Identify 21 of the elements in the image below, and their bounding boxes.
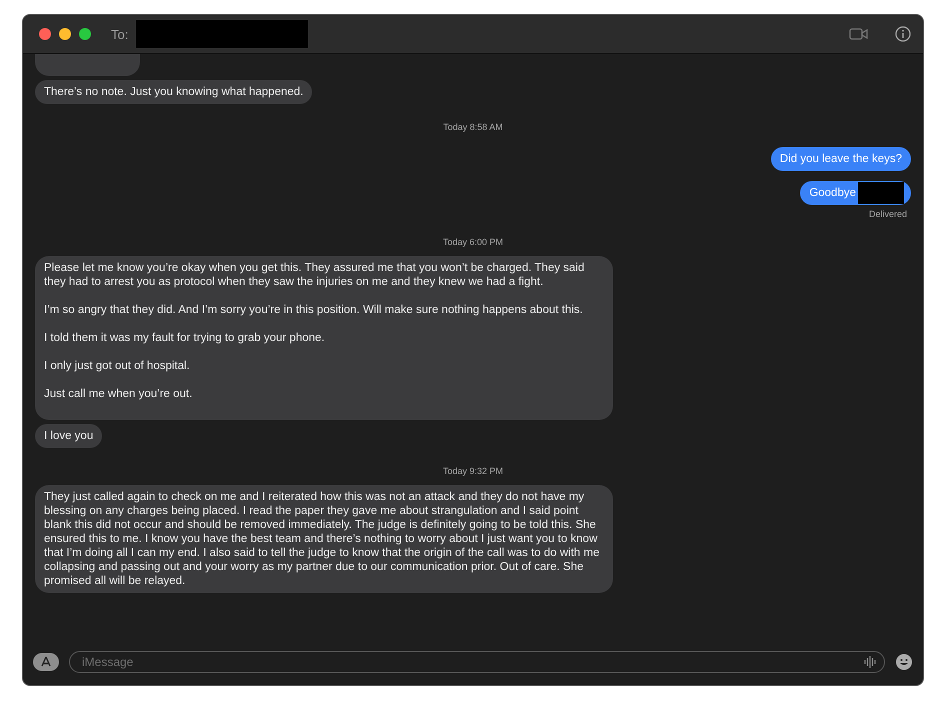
emoji-icon[interactable] (895, 653, 913, 671)
app-store-button[interactable] (33, 653, 59, 671)
sent-message: Goodbye (800, 181, 911, 205)
info-icon[interactable] (895, 26, 911, 42)
received-message: I love you (35, 424, 102, 448)
received-message: They just called again to check on me and I reiterated how this was not an attack and they do not have my blessing on any charges being placed. I read the paper they gave me about strangulation and I said point blank this did not occur and should be removed immediately. The judge is definitely going to be told this. She ensured this to me. I know you have the best team and there’s nothing to worry about I just want you to know that I’m doing all I can my end. I also said to tell the judge to know that the origin of the call was to do with me collapsing and passing out and your worry as my partner due to our communication prior. Out of care. She promised all will be relayed. (35, 485, 613, 593)
audio-waveform-icon[interactable] (863, 655, 877, 669)
sent-message: Did you leave the keys? (770, 147, 911, 171)
delivery-status: Delivered (868, 209, 907, 219)
received-message: There’s no note. Just you knowing what happened. (35, 80, 312, 104)
zoom-button[interactable] (79, 28, 91, 40)
timestamp: Today 9:32 PM (442, 466, 504, 476)
recipient-label: To: (111, 26, 128, 42)
close-button[interactable] (39, 28, 51, 40)
minimize-button[interactable] (59, 28, 71, 40)
letter-a-icon (40, 656, 52, 668)
video-camera-icon[interactable] (849, 27, 869, 41)
message-input[interactable]: iMessage (69, 651, 885, 673)
received-message: Please let me know you’re okay when you get this. They assured me that you won’t be charged. They said they had to arrest you as protocol when they saw the injuries on me and they knew we had a fight. I’m so angry that they did. And I’m sorry you’re in this position. Will make sure nothing happens about this. I told them it was my fault for trying to grab your phone. I only just got out of hospital. Just call me when you’re out. (35, 256, 613, 420)
timestamp: Today 6:00 PM (442, 237, 504, 247)
timestamp: Today 8:58 AM (443, 122, 503, 132)
